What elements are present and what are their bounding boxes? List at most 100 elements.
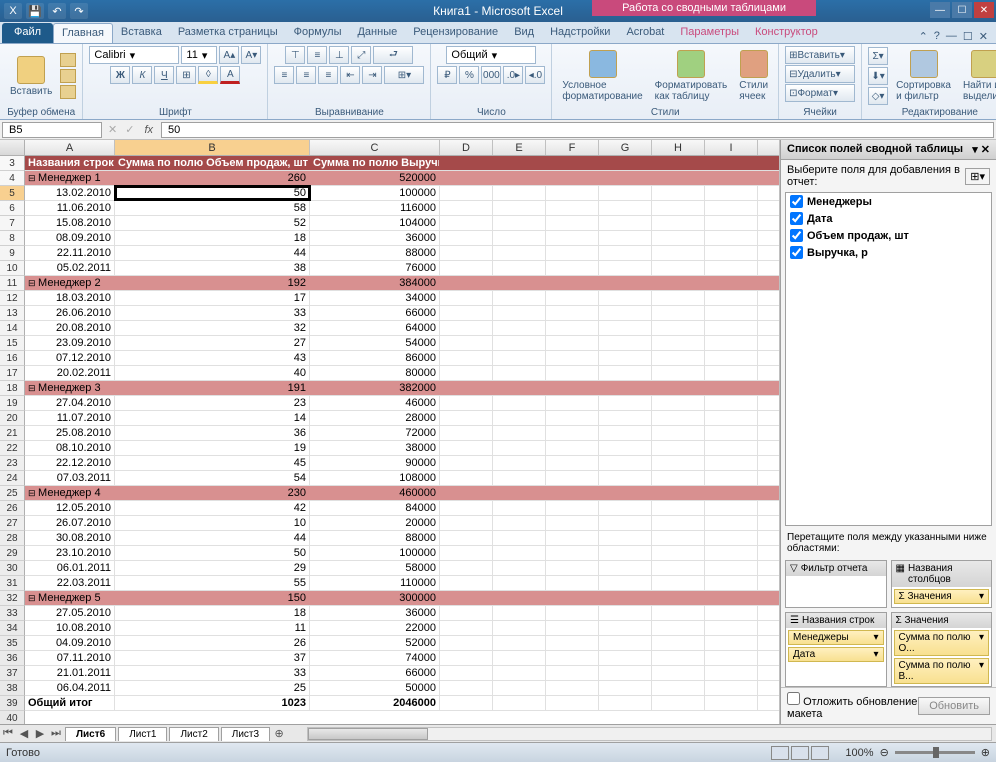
cell[interactable] [440,261,493,275]
cell[interactable] [705,486,758,500]
cell[interactable] [440,396,493,410]
pivot-columns-area[interactable]: ▦Названия столбцов Σ Значения▾ [891,560,993,608]
zoom-in-icon[interactable]: ⊕ [981,746,990,759]
cell[interactable] [705,531,758,545]
cell[interactable] [546,621,599,635]
cell[interactable]: 74000 [310,651,440,665]
cell[interactable] [705,621,758,635]
cell[interactable]: 20.08.2010 [25,321,115,335]
cell[interactable] [652,501,705,515]
indent-dec-icon[interactable]: ⇤ [340,66,360,84]
cell[interactable] [493,306,546,320]
cell[interactable] [652,516,705,530]
indent-inc-icon[interactable]: ⇥ [362,66,382,84]
cell[interactable] [599,681,652,695]
cell[interactable] [705,246,758,260]
cell[interactable] [440,471,493,485]
cell[interactable] [652,171,705,185]
cell[interactable] [652,606,705,620]
cell[interactable] [599,651,652,665]
cell[interactable]: 84000 [310,501,440,515]
cell[interactable] [546,666,599,680]
cell[interactable] [705,261,758,275]
row-header[interactable]: 28 [0,531,25,546]
zoom-out-icon[interactable]: ⊖ [880,746,889,759]
pivot-field[interactable]: Дата [786,210,991,227]
cell[interactable] [599,411,652,425]
cell[interactable] [599,261,652,275]
cell[interactable] [652,276,705,290]
formula-input[interactable]: 50 [161,122,994,138]
sheet-tab[interactable]: Лист3 [221,727,270,741]
sheet-nav-last-icon[interactable]: ⏭ [48,727,64,740]
cell[interactable] [440,336,493,350]
cell[interactable] [440,606,493,620]
cell[interactable] [652,576,705,590]
cell[interactable] [599,231,652,245]
cell[interactable] [493,351,546,365]
cell[interactable] [440,531,493,545]
cell[interactable]: 110000 [310,576,440,590]
cell[interactable] [493,291,546,305]
autosum-icon[interactable]: Σ▾ [868,47,888,65]
cell[interactable] [599,426,652,440]
grow-font-icon[interactable]: A▴ [219,46,239,64]
increase-decimal-icon[interactable]: .0▸ [503,66,523,84]
horizontal-scrollbar[interactable] [307,727,992,741]
cell[interactable]: 72000 [310,426,440,440]
cell[interactable] [652,621,705,635]
cell[interactable] [546,516,599,530]
cell[interactable] [599,546,652,560]
sort-filter-button[interactable]: Сортировка и фильтр [892,48,955,104]
cell[interactable]: 11.07.2010 [25,411,115,425]
new-sheet-icon[interactable]: ⊕ [271,727,287,740]
cell[interactable] [493,576,546,590]
cell[interactable]: 11.06.2010 [25,201,115,215]
cell[interactable] [440,306,493,320]
cell[interactable] [493,636,546,650]
cell[interactable] [652,651,705,665]
cell[interactable] [440,666,493,680]
cell[interactable]: 32 [115,321,310,335]
cell[interactable] [599,666,652,680]
cell[interactable] [546,531,599,545]
cell[interactable] [652,456,705,470]
cell[interactable]: 230 [115,486,310,500]
cell[interactable]: 36000 [310,231,440,245]
cell[interactable] [705,396,758,410]
cell[interactable]: 38000 [310,441,440,455]
cell[interactable] [440,636,493,650]
pivot-rows-area[interactable]: ☰Названия строк Менеджеры▾Дата▾ [785,612,887,687]
row-header[interactable]: 10 [0,261,25,276]
cell[interactable] [493,561,546,575]
cell[interactable] [599,201,652,215]
cell[interactable] [440,351,493,365]
cell[interactable] [599,186,652,200]
cell[interactable] [599,486,652,500]
cell[interactable]: 88000 [310,531,440,545]
cell[interactable]: 36000 [310,606,440,620]
cell[interactable] [599,636,652,650]
cell[interactable] [440,291,493,305]
cell[interactable] [440,411,493,425]
cell[interactable]: 04.09.2010 [25,636,115,650]
cell[interactable] [652,486,705,500]
cell[interactable]: 382000 [310,381,440,395]
ribbon-tab[interactable]: Вставка [113,23,170,43]
paste-button[interactable]: Вставить [6,54,56,99]
row-header[interactable]: 29 [0,546,25,561]
cell[interactable] [493,681,546,695]
cell[interactable] [440,501,493,515]
cell[interactable] [493,246,546,260]
sheet-tab[interactable]: Лист2 [169,727,218,741]
orientation-icon[interactable]: ⤢ [351,46,371,64]
cell[interactable] [546,606,599,620]
cell[interactable]: 300000 [310,591,440,605]
ribbon-tab[interactable]: Acrobat [618,23,672,43]
cell[interactable] [599,381,652,395]
cell[interactable]: 27.04.2010 [25,396,115,410]
cell[interactable] [493,321,546,335]
cell[interactable] [705,546,758,560]
cell[interactable] [440,216,493,230]
cell[interactable]: 11 [115,621,310,635]
